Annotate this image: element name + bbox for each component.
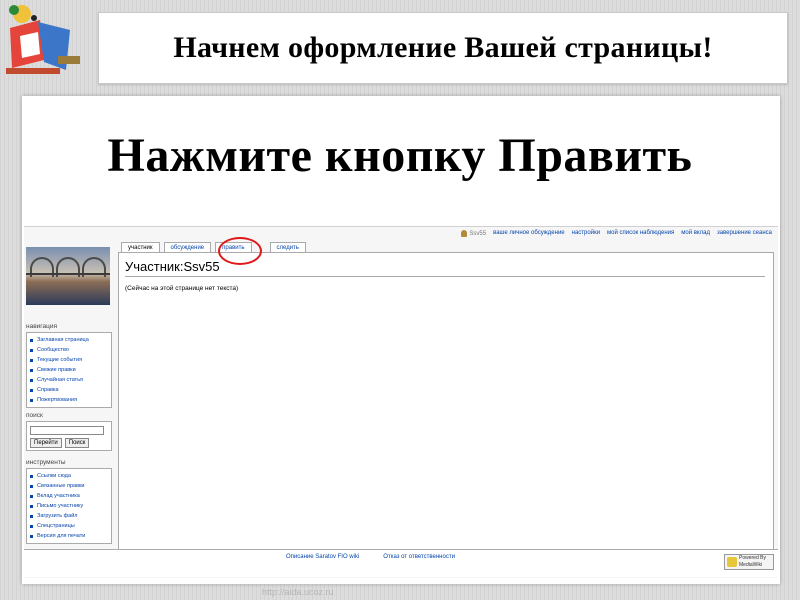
personal-user-name: Ssv55 [469,230,487,237]
navigation-title: навигация [26,323,58,330]
tool-item-contributions[interactable]: Вклад участника [30,491,108,501]
search-button[interactable]: Поиск [64,438,90,448]
powered-by-mediawiki-badge[interactable]: Powered By MediaWiki [724,554,774,570]
tools-title: инструменты [26,459,66,466]
personal-link-watchlist[interactable]: мой список наблюдения [607,230,674,237]
navigation-portlet: Заглавная страница Сообщество Текущие со… [26,332,112,408]
page-tabs: участник обсуждение править следить [121,242,306,252]
search-title: поиск [26,412,43,419]
bridge-deck [26,273,110,279]
footer-link-disclaimer[interactable]: Отказ от ответственности [383,554,455,560]
nav-item-recent-changes[interactable]: Свежие правки [30,365,108,375]
nav-item-donate[interactable]: Пожертвования [30,395,108,405]
wiki-logo[interactable] [26,247,110,305]
slide-title: Начнем оформление Вашей страницы! [173,31,713,64]
user-icon [461,230,468,237]
edit-tab-highlight-circle [218,237,262,265]
personal-toolbar: Ssv55 ваше личное обсуждение настройки м… [461,230,772,237]
search-input[interactable] [30,426,104,435]
search-portlet: Перейти Поиск [26,421,112,451]
nav-item-main-page[interactable]: Заглавная страница [30,335,108,345]
tab-watch[interactable]: следить [269,242,306,252]
nav-item-community[interactable]: Сообщество [30,345,108,355]
wiki-footer: Описание Saratov FIO wiki Отказ от ответ… [24,549,778,577]
wiki-screenshot: Ssv55 ваше личное обсуждение настройки м… [24,226,778,578]
footer-link-about[interactable]: Описание Saratov FIO wiki [286,554,359,560]
personal-link-contributions[interactable]: мой вклад [681,230,710,237]
slide-headline: Нажмите кнопку Править [107,129,693,182]
tool-item-upload-file[interactable]: Загрузить файл [30,511,108,521]
page-content: Участник:Ssv55 (Сейчас на этой странице … [118,252,774,552]
page-title: Участник:Ssv55 [125,259,765,277]
personal-link-talk[interactable]: ваше личное обсуждение [493,230,565,237]
page-empty-note: (Сейчас на этой странице нет текста) [125,285,239,292]
nav-item-current-events[interactable]: Текущие события [30,355,108,365]
tool-item-email-user[interactable]: Письмо участнику [30,501,108,511]
tools-portlet: Ссылки сюда Связанные правки Вклад участ… [26,468,112,544]
tool-item-what-links-here[interactable]: Ссылки сюда [30,471,108,481]
mediawiki-icon [727,557,737,567]
nav-item-random-article[interactable]: Случайная статья [30,375,108,385]
personal-link-preferences[interactable]: настройки [572,230,600,237]
personal-user[interactable]: Ssv55 [461,230,486,237]
go-button[interactable]: Перейти [30,438,62,448]
tool-item-printable-version[interactable]: Версия для печати [30,531,108,541]
tool-item-special-pages[interactable]: Спецстраницы [30,521,108,531]
nav-item-help[interactable]: Справка [30,385,108,395]
slide-title-band: Начнем оформление Вашей страницы! [98,12,788,84]
logo-icon [0,0,98,88]
tab-discussion[interactable]: обсуждение [163,242,212,252]
watermark: http://aida.ucoz.ru [262,587,334,597]
personal-link-logout[interactable]: завершение сеанса [717,230,772,237]
tab-user[interactable]: участник [121,242,160,252]
tool-item-related-changes[interactable]: Связанные правки [30,481,108,491]
